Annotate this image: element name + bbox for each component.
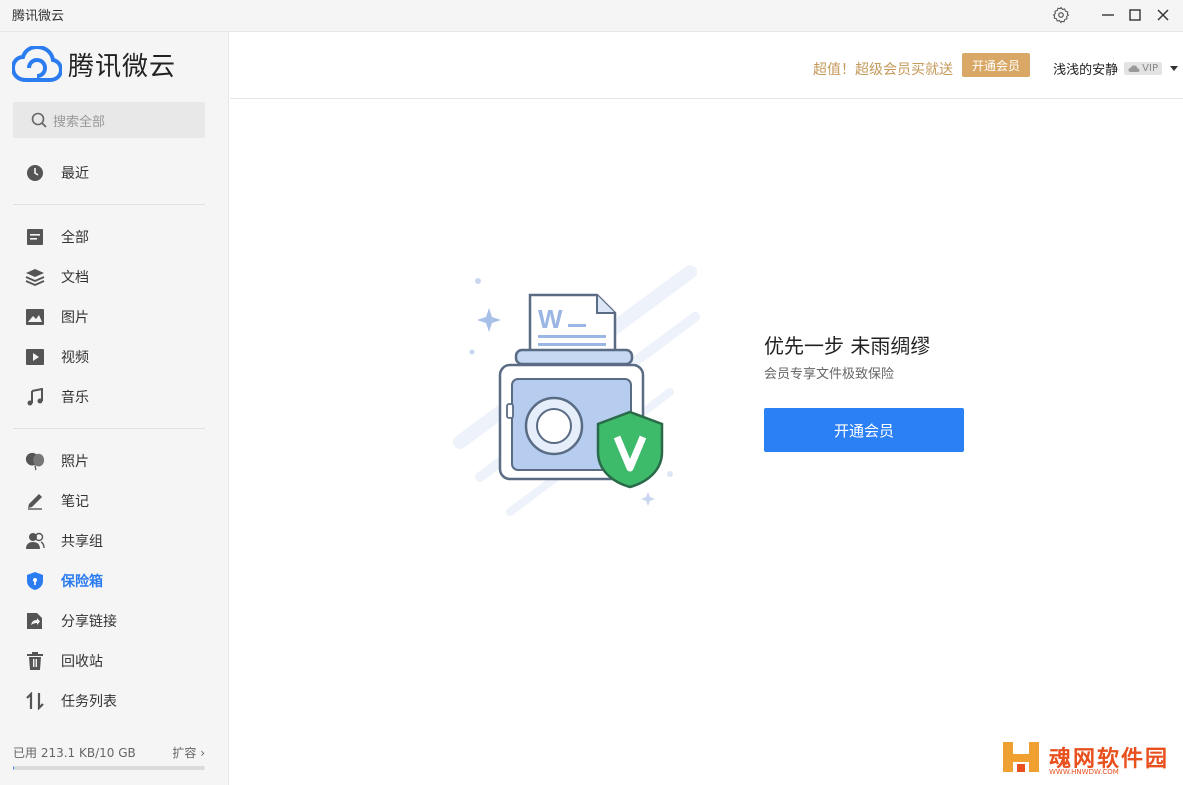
layers-icon [25,269,45,286]
vip-badge-text: VIP [1142,63,1158,74]
sidebar-item-share-group[interactable]: 共享组 [0,523,229,559]
sidebar: 腾讯微云 搜索全部 最近 全部 文档 图片 视频 音乐 照片 笔记 共享组 保险… [0,32,229,785]
play-icon [26,349,44,365]
sidebar-divider [13,428,205,429]
search-input[interactable]: 搜索全部 [13,102,205,138]
sidebar-item-label: 笔记 [61,494,89,510]
close-icon [1157,9,1169,21]
vip-badge: VIP [1124,62,1162,75]
storage-used-text: 已用 213.1 KB/10 GB [13,746,136,760]
image-icon [26,309,44,325]
close-button[interactable] [1152,5,1174,25]
open-vip-cta-button[interactable]: 开通会员 [764,408,964,452]
share-icon [27,613,42,629]
sidebar-item-share-links[interactable]: 分享链接 [0,603,229,639]
search-icon [31,112,47,128]
dot-decoration [469,349,475,355]
promo-link[interactable]: 超值！超级会员买就送 [813,59,953,79]
sidebar-item-label: 文档 [61,270,89,286]
sidebar-item-label: 共享组 [61,534,103,550]
user-menu[interactable]: 浅浅的安静 VIP [1053,59,1178,78]
sidebar-item-docs[interactable]: 文档 [0,259,229,295]
search-placeholder: 搜索全部 [53,114,106,130]
title-bar: 腾讯微云 [0,0,1183,32]
empty-state-headline: 优先一步 未雨绸缪 [764,334,931,358]
chevron-down-icon [1170,66,1178,71]
clock-icon [27,165,43,181]
expand-storage-link[interactable]: 扩容 › [172,744,205,761]
dot-decoration [667,471,673,477]
balloon-icon [25,452,45,471]
sidebar-item-recycle[interactable]: 回收站 [0,643,229,679]
sidebar-item-recent[interactable]: 最近 [0,155,229,191]
music-note-icon [27,388,43,406]
maximize-icon [1129,9,1141,21]
header-bar: 超值！超级会员买就送 开通会员 浅浅的安静 VIP [230,32,1183,99]
settings-button[interactable] [1050,5,1072,25]
sidebar-item-label: 任务列表 [61,694,117,710]
maximize-button[interactable] [1124,5,1146,25]
gear-icon [1052,6,1070,24]
storage-info: 已用 213.1 KB/10 GB 扩容 › [13,744,205,764]
sparkle-icon [641,492,655,506]
sidebar-item-label: 最近 [61,166,89,182]
sidebar-item-photos[interactable]: 照片 [0,443,229,479]
cloud-icon [1128,65,1140,72]
app-logo: 腾讯微云 [12,44,176,84]
sidebar-item-notes[interactable]: 笔记 [0,483,229,519]
sidebar-item-label: 图片 [61,310,89,326]
users-icon [26,532,45,549]
sidebar-item-images[interactable]: 图片 [0,299,229,335]
watermark-url: WWW.HNWDW.COM [1048,768,1119,776]
minimize-icon [1102,14,1114,16]
window-title: 腾讯微云 [12,9,65,24]
sidebar-item-tasks[interactable]: 任务列表 [0,683,229,719]
vault-illustration: W [450,262,700,522]
sidebar-item-label: 视频 [61,350,89,366]
expand-storage-label: 扩容 [172,746,197,760]
minimize-button[interactable] [1097,5,1119,25]
svg-text:W: W [538,304,563,334]
site-watermark: 魂网软件园 WWW.HNWDW.COM [1002,740,1169,776]
chevron-right-icon: › [200,746,205,760]
sidebar-divider [13,204,205,205]
username: 浅浅的安静 [1053,63,1119,78]
sparkle-icon [477,308,501,332]
sidebar-item-label: 分享链接 [61,614,117,630]
file-icon [27,229,43,245]
sidebar-item-label: 全部 [61,230,89,246]
trash-icon [27,652,43,670]
shield-icon [27,572,43,590]
sidebar-item-music[interactable]: 音乐 [0,379,229,415]
green-shield-check-icon [596,410,664,489]
storage-progress-bar [13,766,205,770]
sidebar-item-vault[interactable]: 保险箱 [0,563,229,599]
transfer-icon [26,692,44,710]
sidebar-item-video[interactable]: 视频 [0,339,229,375]
sidebar-item-label: 照片 [61,454,89,470]
sidebar-item-label: 保险箱 [61,574,103,590]
dot-decoration [475,278,481,284]
brand-name: 腾讯微云 [68,51,177,82]
pen-icon [28,494,42,510]
sidebar-item-all[interactable]: 全部 [0,219,229,255]
sidebar-item-label: 回收站 [61,654,103,670]
storage-progress-fill [13,766,14,770]
watermark-logo [1002,742,1039,772]
open-vip-button[interactable]: 开通会员 [962,53,1030,77]
sidebar-item-label: 音乐 [61,390,89,406]
empty-state-subline: 会员专享文件极致保险 [764,367,895,382]
cloud-logo-icon [12,46,62,82]
